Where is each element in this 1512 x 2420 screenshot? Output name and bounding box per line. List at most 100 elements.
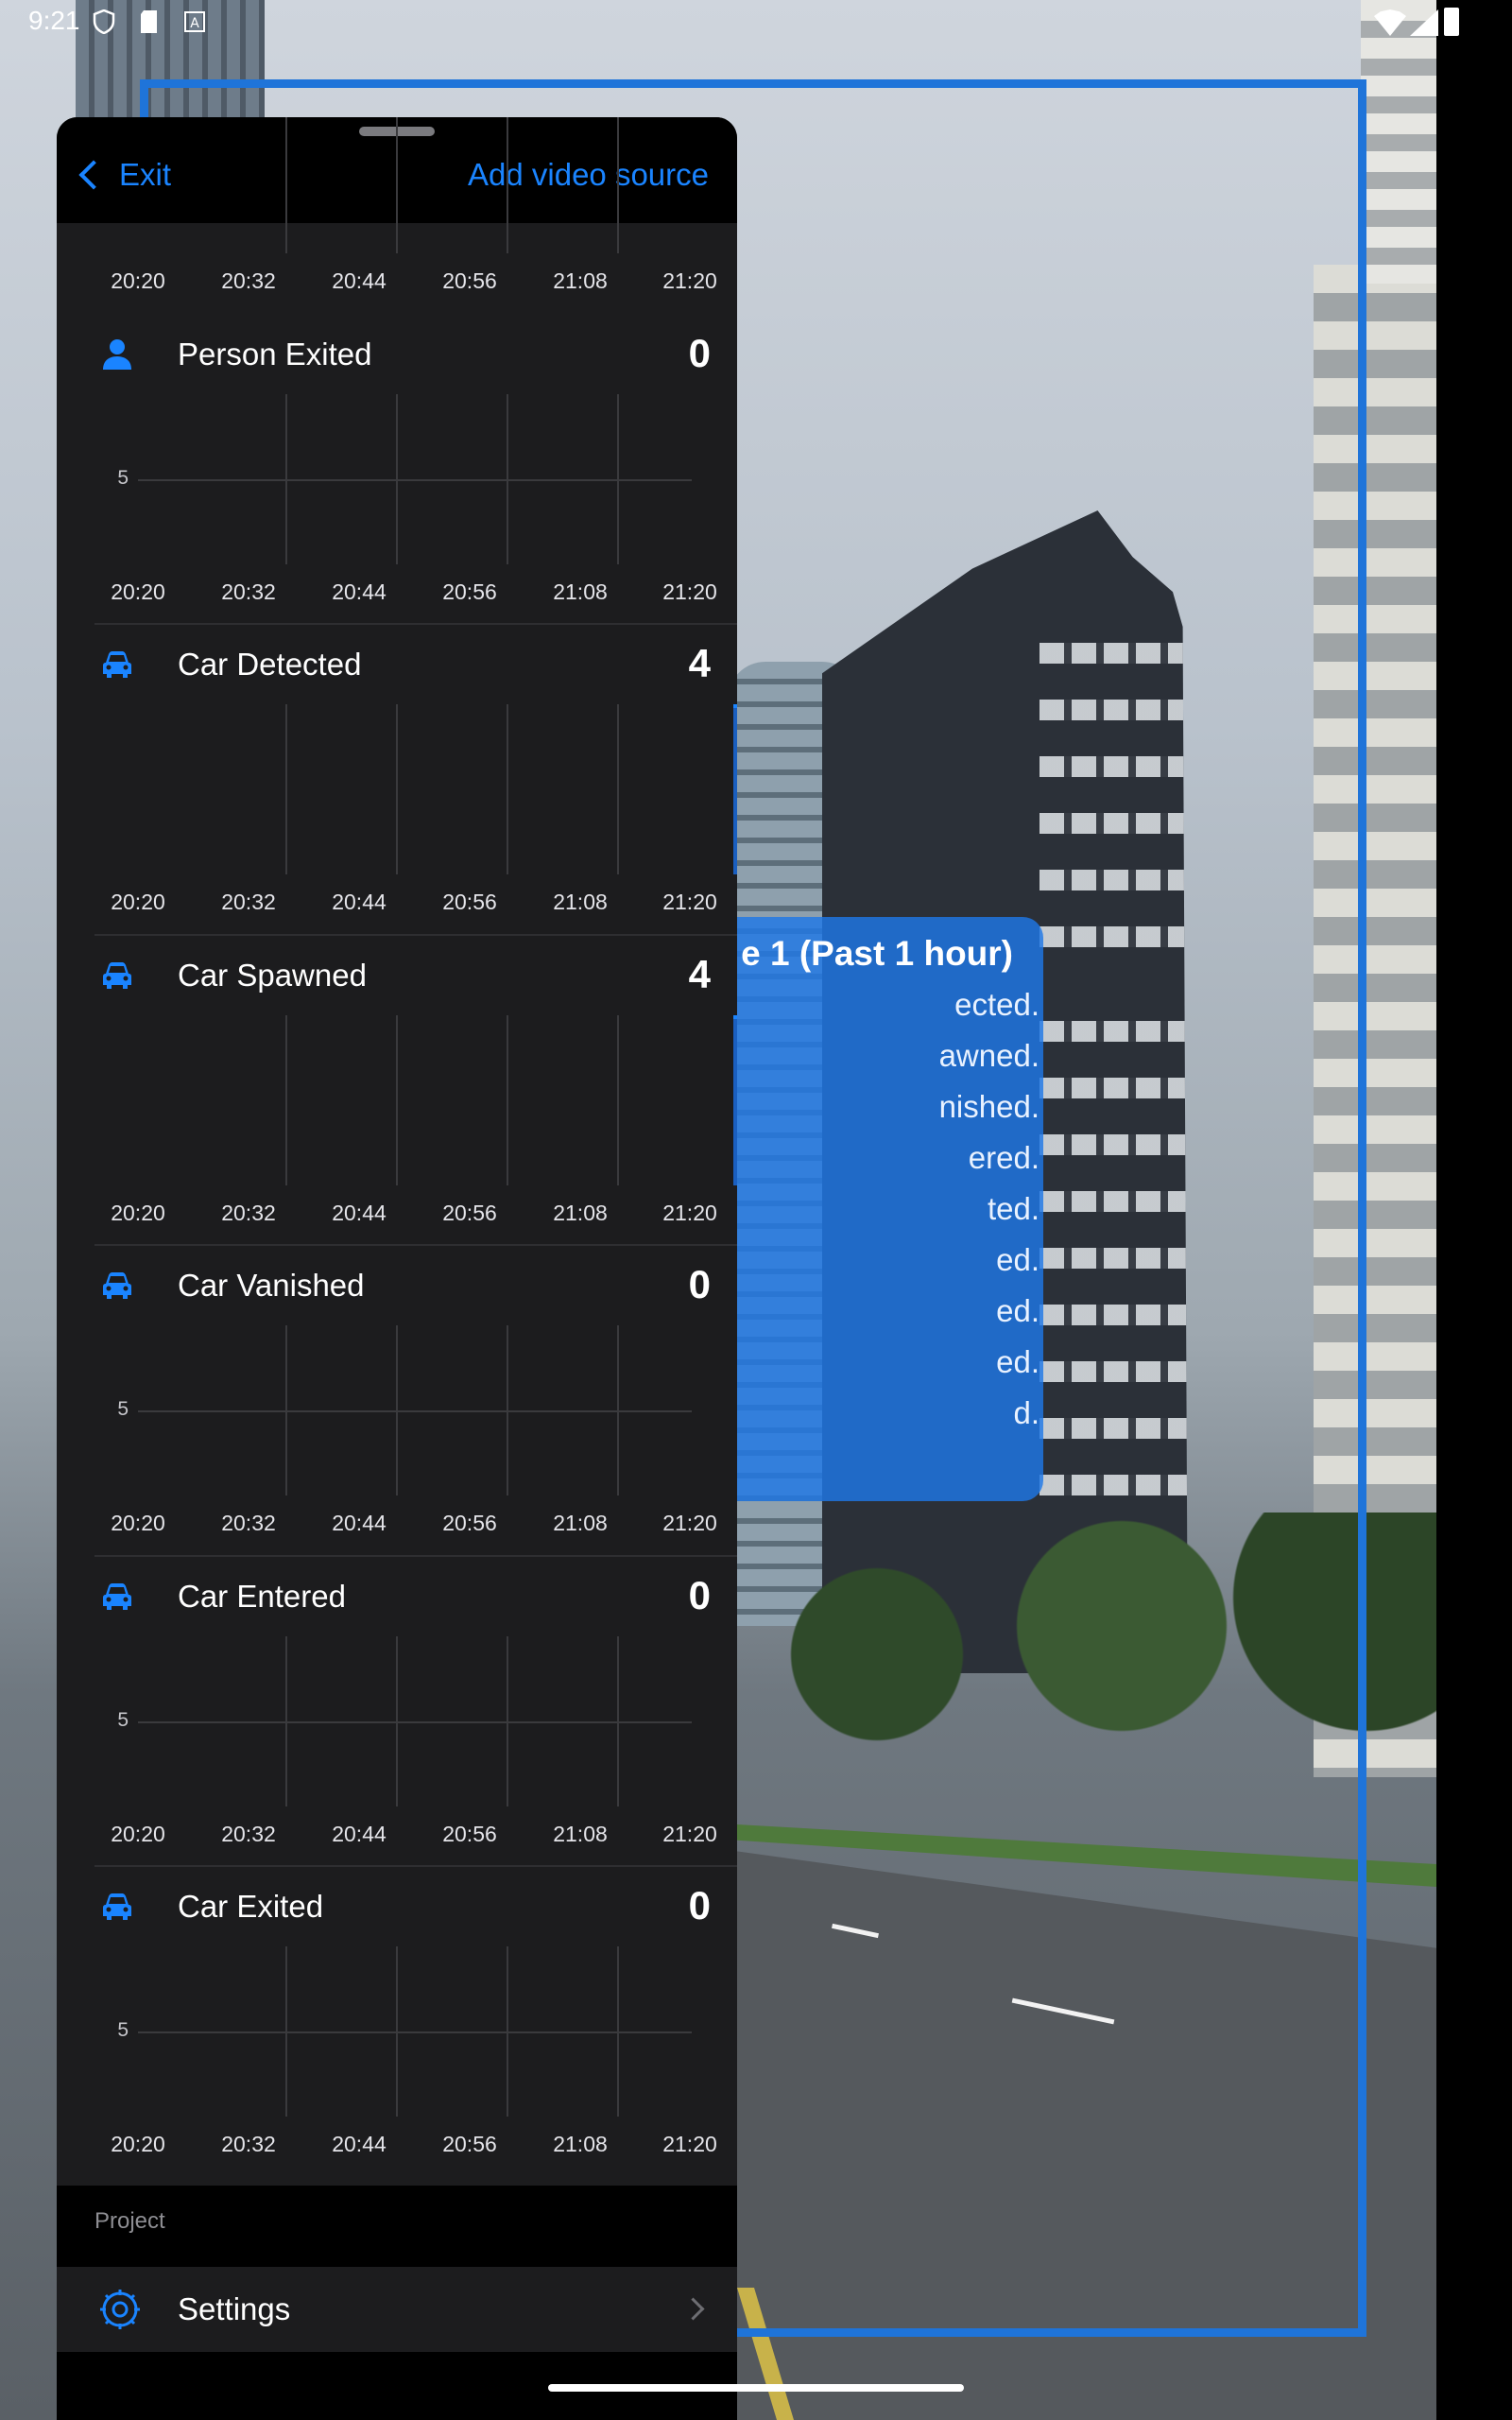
x-tick-label: 20:20	[111, 2132, 165, 2156]
x-axis-labels: 20:20 20:32 20:44 20:56 21:08 21:20	[57, 890, 737, 918]
home-indicator[interactable]	[548, 2384, 964, 2392]
sd-card-icon	[141, 10, 157, 33]
x-tick-label: 20:20	[111, 1511, 165, 1536]
chart-header: Person Exited 0	[57, 315, 737, 394]
metric-name: Car Entered	[178, 1578, 346, 1614]
chart-header: Car Detected 4	[57, 625, 737, 704]
x-tick-label: 20:44	[332, 1511, 387, 1536]
x-tick-label: 21:08	[553, 1821, 608, 1846]
car-icon	[100, 1269, 134, 1303]
chart-bar	[733, 1014, 737, 1185]
keyboard-icon: A	[184, 11, 205, 32]
chart-car-exited[interactable]: Car Exited 0 5 20:20 20:32 20:44 20:56 21:08 21:…	[57, 1865, 737, 2177]
chart-bar	[733, 704, 737, 875]
x-tick-label: 21:20	[662, 1821, 717, 1846]
y-tick-label: 5	[117, 1398, 129, 1421]
x-tick-label: 20:44	[332, 2132, 387, 2156]
metric-count: 4	[688, 641, 711, 686]
grid-line	[138, 1720, 692, 1723]
metric-count: 0	[688, 1262, 711, 1307]
battery-icon	[1444, 8, 1459, 36]
metric-name: Car Vanished	[178, 1268, 365, 1304]
metric-name: Person Exited	[178, 337, 372, 372]
chart-car-detected[interactable]: Car Detected 4 20:20 20:32 20:44 20:56 21:08 21…	[57, 623, 737, 935]
metric-count: 0	[688, 331, 711, 375]
x-tick-label: 21:08	[553, 2132, 608, 2156]
x-tick-label: 20:20	[111, 1821, 165, 1846]
car-icon	[100, 648, 134, 682]
x-tick-label: 20:44	[332, 1200, 387, 1225]
x-tick-label: 20:56	[442, 890, 497, 915]
x-tick-label: 20:32	[221, 1821, 276, 1846]
shield-icon	[93, 9, 115, 34]
x-tick-label: 20:56	[442, 1821, 497, 1846]
x-tick-label: 20:32	[221, 579, 276, 604]
chart-car-vanished[interactable]: Car Vanished 0 5 20:20 20:32 20:44 20:56 21:08 2…	[57, 1244, 737, 1556]
x-tick-label: 20:32	[221, 1511, 276, 1536]
grid-line	[138, 1410, 692, 1413]
x-tick-label: 20:20	[111, 890, 165, 915]
x-axis-labels: 20:20 20:32 20:44 20:56 21:08 21:20	[57, 1822, 737, 1850]
status-bar: 9:21 A	[0, 0, 1512, 47]
chart-header: Car Spawned 4	[57, 936, 737, 1015]
x-tick-label: 20:32	[221, 2132, 276, 2156]
person-icon	[100, 337, 134, 372]
x-tick-label: 20:20	[111, 579, 165, 604]
section-label-project: Project	[94, 2208, 165, 2234]
grid-line	[285, 1014, 287, 1185]
chart-header: Car Vanished 0	[57, 1246, 737, 1325]
x-tick-label: 20:44	[332, 268, 387, 293]
x-tick-label: 21:08	[553, 1511, 608, 1536]
chart-plot: 5	[117, 1635, 692, 1806]
x-axis-labels: 20:20 20:32 20:44 20:56 21:08 21:20	[57, 2132, 737, 2160]
x-axis-labels: 20:20 20:32 20:44 20:56 21:08 21:20	[57, 268, 737, 297]
x-tick-label: 21:08	[553, 268, 608, 293]
y-tick-label: 5	[117, 467, 129, 489]
x-tick-label: 20:32	[221, 268, 276, 293]
x-axis-labels: 20:20 20:32 20:44 20:56 21:08 21:20	[57, 1511, 737, 1539]
x-tick-label: 20:44	[332, 890, 387, 915]
chart-car-entered[interactable]: Car Entered 0 5 20:20 20:32 20:44 20:56 21:08 21…	[57, 1554, 737, 1867]
x-axis-labels: 20:20 20:32 20:44 20:56 21:08 21:20	[57, 579, 737, 608]
chart-plot	[138, 704, 737, 875]
chart-plot: 5	[117, 394, 692, 564]
metric-name: Car Exited	[178, 1889, 324, 1924]
y-tick-label: 5	[117, 2019, 129, 2041]
grid-line	[617, 1014, 619, 1185]
x-tick-label: 21:08	[553, 890, 608, 915]
metric-count: 0	[688, 1572, 711, 1617]
grid-line	[507, 704, 508, 875]
settings-row[interactable]: Settings	[57, 2267, 737, 2352]
y-tick-label: 5	[117, 1708, 129, 1731]
x-tick-label: 20:56	[442, 268, 497, 293]
charts-list[interactable]: 20:20 20:32 20:44 20:56 21:08 21:20 Pers…	[57, 117, 737, 2303]
x-tick-label: 20:44	[332, 579, 387, 604]
statistics-panel[interactable]: Exit Add video source 20:20 20:32 20:44 …	[57, 117, 737, 2420]
grid-line	[285, 704, 287, 875]
x-tick-label: 20:56	[442, 579, 497, 604]
grid-line	[396, 704, 398, 875]
chart-plot	[138, 1014, 737, 1185]
x-tick-label: 20:56	[442, 1200, 497, 1225]
chart-header: Car Entered 0	[57, 1557, 737, 1636]
chart-car-spawned[interactable]: Car Spawned 4 20:20 20:32 20:44 20:56 21:08 21:…	[57, 933, 737, 1246]
x-tick-label: 21:08	[553, 1200, 608, 1225]
car-icon	[100, 959, 134, 993]
gear-icon	[100, 2290, 140, 2329]
x-tick-label: 21:20	[662, 579, 717, 604]
chart-person-exited[interactable]: Person Exited 0 5 20:20 20:32 20:44 20:56 21:08…	[57, 315, 737, 625]
car-icon	[100, 1580, 134, 1614]
metric-count: 4	[688, 951, 711, 996]
x-tick-label: 20:56	[442, 1511, 497, 1536]
x-tick-label: 21:20	[662, 1200, 717, 1225]
car-icon	[100, 1890, 134, 1924]
x-tick-label: 21:20	[662, 268, 717, 293]
chart-partial: 20:20 20:32 20:44 20:56 21:08 21:20	[57, 117, 737, 314]
grid-line	[507, 1014, 508, 1185]
wifi-icon	[1374, 9, 1406, 36]
status-time: 9:21	[28, 6, 80, 35]
letterbox-bar	[1436, 0, 1512, 2420]
grid-line	[617, 704, 619, 875]
x-tick-label: 20:44	[332, 1821, 387, 1846]
chevron-right-icon	[681, 2297, 705, 2321]
